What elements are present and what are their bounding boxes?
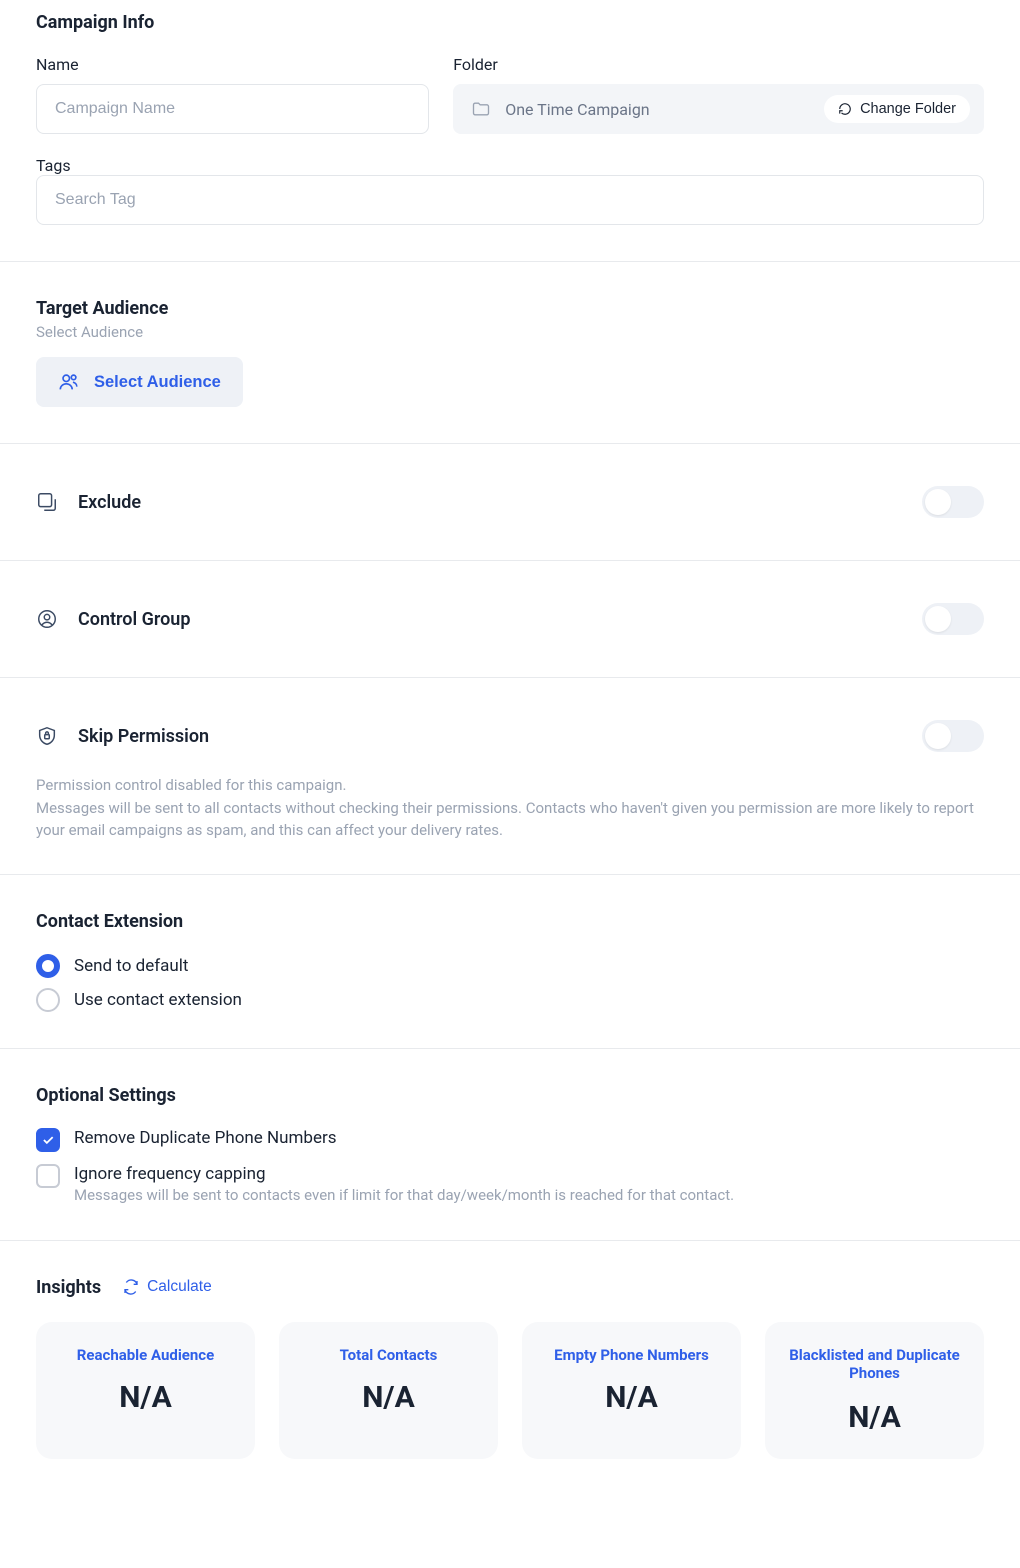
insight-card-reachable: Reachable Audience N/A	[36, 1322, 255, 1459]
insight-card-title: Total Contacts	[291, 1346, 486, 1366]
exclude-toggle[interactable]	[922, 486, 984, 518]
skip-permission-toggle[interactable]	[922, 720, 984, 752]
folder-icon	[471, 99, 491, 119]
refresh-icon	[838, 102, 852, 116]
calculate-label: Calculate	[147, 1278, 212, 1296]
select-audience-button[interactable]: Select Audience	[36, 357, 243, 407]
audience-icon	[58, 371, 80, 393]
radio-icon	[36, 988, 60, 1012]
optional-settings-header: Optional Settings	[36, 1085, 984, 1106]
exclude-icon	[36, 491, 58, 513]
name-label: Name	[36, 55, 429, 74]
radio-send-default[interactable]: Send to default	[36, 954, 984, 978]
radio-use-extension-label: Use contact extension	[74, 990, 242, 1010]
insight-card-value: N/A	[291, 1380, 486, 1415]
remove-duplicates-label: Remove Duplicate Phone Numbers	[74, 1128, 337, 1148]
insight-card-value: N/A	[48, 1380, 243, 1415]
target-audience-header: Target Audience	[36, 298, 984, 319]
insight-card-empty-phones: Empty Phone Numbers N/A	[522, 1322, 741, 1459]
checkbox-icon	[36, 1164, 60, 1188]
insights-header: Insights	[36, 1277, 101, 1298]
user-circle-icon	[36, 608, 58, 630]
radio-send-default-label: Send to default	[74, 956, 188, 976]
insights-section: Insights Calculate Reachable Audience N/…	[0, 1241, 1020, 1459]
contact-extension-header: Contact Extension	[36, 911, 984, 932]
folder-name-value: One Time Campaign	[505, 100, 810, 119]
control-group-toggle[interactable]	[922, 603, 984, 635]
contact-extension-section: Contact Extension Send to default Use co…	[0, 875, 1020, 1049]
checkbox-ignore-frequency-capping[interactable]: Ignore frequency capping Messages will b…	[36, 1164, 984, 1204]
calculate-button[interactable]: Calculate	[123, 1278, 212, 1296]
insight-card-value: N/A	[777, 1400, 972, 1435]
insight-card-title: Empty Phone Numbers	[534, 1346, 729, 1366]
sync-icon	[123, 1279, 139, 1295]
folder-label: Folder	[453, 55, 984, 74]
ignore-capping-label: Ignore frequency capping	[74, 1164, 734, 1184]
shield-lock-icon	[36, 725, 58, 747]
exclude-row: Exclude	[0, 444, 1020, 561]
skip-permission-description: Permission control disabled for this cam…	[36, 774, 984, 842]
skip-permission-section: Skip Permission Permission control disab…	[0, 678, 1020, 875]
target-audience-sub: Select Audience	[36, 323, 984, 341]
change-folder-label: Change Folder	[860, 101, 956, 117]
campaign-info-section: Campaign Info Name Folder One Time Campa…	[0, 0, 1020, 262]
tags-label: Tags	[36, 156, 71, 175]
insight-card-value: N/A	[534, 1380, 729, 1415]
checkbox-icon	[36, 1128, 60, 1152]
radio-use-extension[interactable]: Use contact extension	[36, 988, 984, 1012]
campaign-name-input[interactable]	[36, 84, 429, 134]
skip-permission-title: Skip Permission	[78, 726, 902, 747]
change-folder-button[interactable]: Change Folder	[824, 95, 970, 123]
target-audience-section: Target Audience Select Audience Select A…	[0, 262, 1020, 444]
tags-search-input[interactable]	[36, 175, 984, 225]
exclude-title: Exclude	[78, 492, 902, 513]
select-audience-label: Select Audience	[94, 373, 221, 392]
insight-card-total-contacts: Total Contacts N/A	[279, 1322, 498, 1459]
campaign-info-header: Campaign Info	[36, 12, 984, 33]
radio-icon	[36, 954, 60, 978]
control-group-row: Control Group	[0, 561, 1020, 678]
optional-settings-section: Optional Settings Remove Duplicate Phone…	[0, 1049, 1020, 1241]
checkbox-remove-duplicates[interactable]: Remove Duplicate Phone Numbers	[36, 1128, 984, 1152]
insight-card-title: Reachable Audience	[48, 1346, 243, 1366]
control-group-title: Control Group	[78, 609, 902, 630]
insight-card-blacklisted: Blacklisted and Duplicate Phones N/A	[765, 1322, 984, 1459]
folder-display: One Time Campaign Change Folder	[453, 84, 984, 134]
insight-card-title: Blacklisted and Duplicate Phones	[777, 1346, 972, 1386]
ignore-capping-sub: Messages will be sent to contacts even i…	[74, 1186, 734, 1204]
